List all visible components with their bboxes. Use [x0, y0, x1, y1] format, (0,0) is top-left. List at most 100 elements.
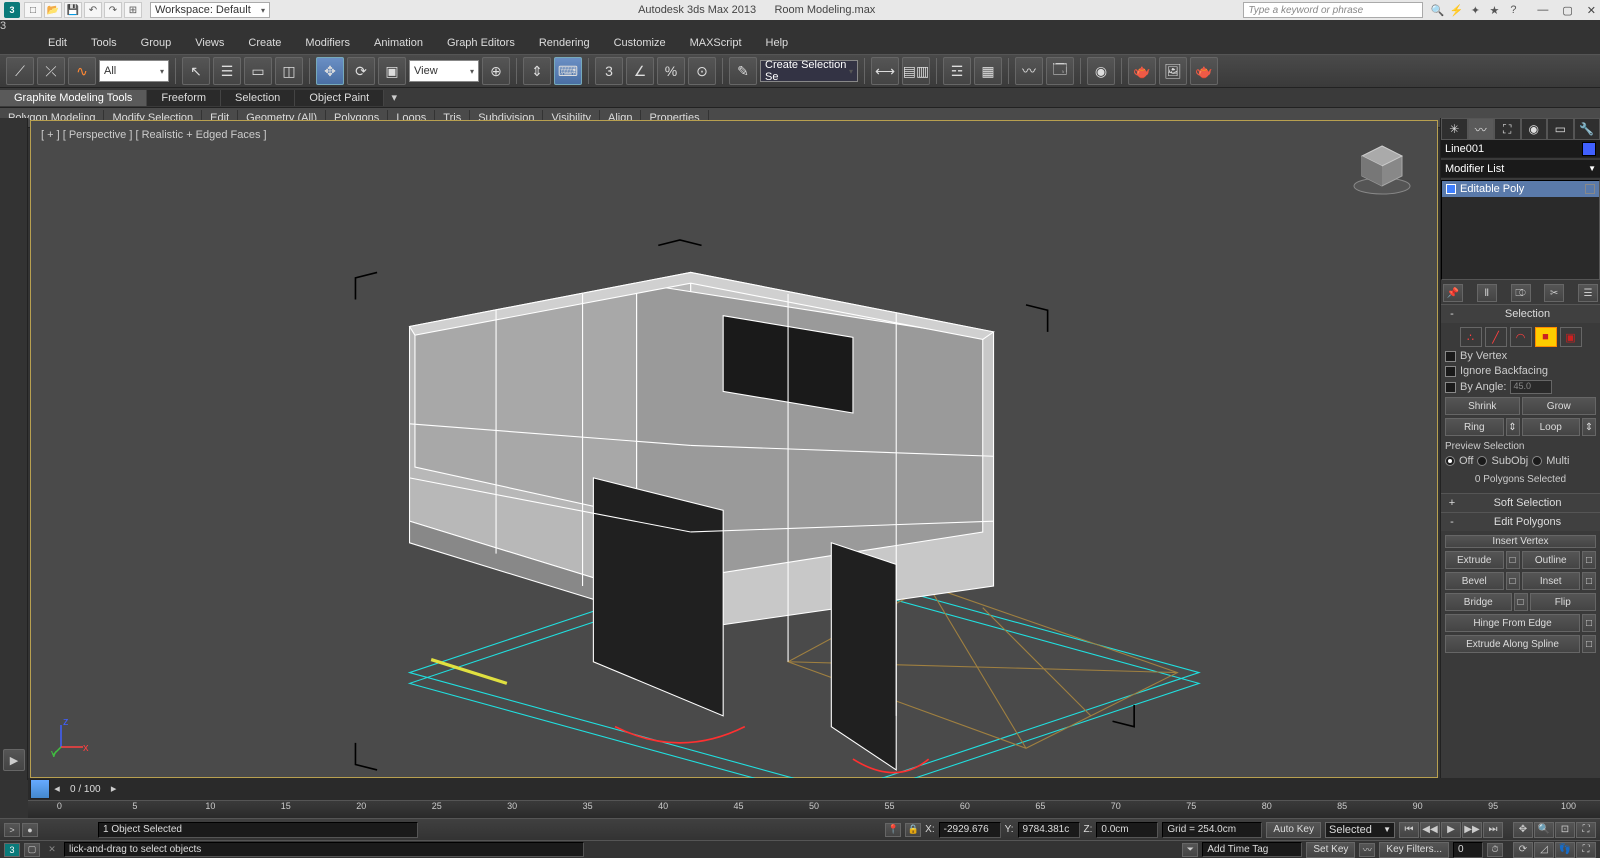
viewport-nav-zoom-icon[interactable]: 🔍	[1534, 822, 1554, 838]
ribbon-tab-object-paint[interactable]: Object Paint	[295, 90, 384, 106]
border-level-icon[interactable]: ◠	[1510, 327, 1532, 347]
object-name-field[interactable]: Line001	[1441, 140, 1600, 158]
reference-coord-system[interactable]: View	[409, 60, 479, 82]
unlink-icon[interactable]: ⤫	[37, 57, 65, 85]
bridge-button[interactable]: Bridge	[1445, 593, 1512, 611]
angle-snap-icon[interactable]: ∠	[626, 57, 654, 85]
isolate-selection-icon[interactable]: ▢	[24, 843, 40, 857]
time-tag-icon[interactable]: ⏷	[1182, 843, 1198, 857]
close-prompt-icon[interactable]: ✕	[44, 843, 60, 857]
viewport-nav-walk-icon[interactable]: 👣	[1555, 842, 1575, 858]
menu-create[interactable]: Create	[236, 34, 293, 52]
viewport-nav-fov-icon[interactable]: ◿	[1534, 842, 1554, 858]
close-button[interactable]: ✕	[1587, 4, 1596, 17]
bind-space-warp-icon[interactable]: ∿	[68, 57, 96, 85]
align-icon[interactable]: ▤▥	[902, 57, 930, 85]
menu-graph-editors[interactable]: Graph Editors	[435, 34, 527, 52]
maximize-button[interactable]: ▢	[1562, 4, 1572, 17]
select-move-icon[interactable]: ✥	[316, 57, 344, 85]
edit-named-sel-icon[interactable]: ✎	[729, 57, 757, 85]
auto-key-button[interactable]: Auto Key	[1266, 822, 1321, 838]
extrude-spline-button[interactable]: Extrude Along Spline	[1445, 635, 1580, 653]
exchange-icon[interactable]: ✦	[1467, 2, 1483, 18]
select-manipulate-icon[interactable]: ⇕	[523, 57, 551, 85]
bevel-settings-icon[interactable]: □	[1506, 572, 1520, 590]
goto-start-icon[interactable]: ⏮	[1399, 822, 1419, 838]
modifier-list-dropdown[interactable]: Modifier List▼	[1441, 160, 1600, 178]
add-time-tag[interactable]: Add Time Tag	[1202, 842, 1302, 857]
key-mode-icon[interactable]: 〰	[1359, 843, 1375, 857]
favorites-icon[interactable]: ★	[1486, 2, 1502, 18]
extrude-spline-settings-icon[interactable]: □	[1582, 635, 1596, 653]
menu-modifiers[interactable]: Modifiers	[293, 34, 362, 52]
viewcube[interactable]	[1347, 131, 1417, 201]
time-slider-thumb[interactable]	[30, 779, 50, 799]
menu-edit[interactable]: Edit	[36, 34, 79, 52]
lock-icon[interactable]: 🔒	[905, 823, 921, 837]
search-input[interactable]: Type a keyword or phrase	[1243, 2, 1423, 18]
angle-spinner[interactable]: 45.0	[1510, 380, 1552, 394]
snap-toggle-icon[interactable]: 3	[595, 57, 623, 85]
vertex-level-icon[interactable]: ∴	[1460, 327, 1482, 347]
undo-icon[interactable]: ↶	[84, 2, 102, 18]
viewport-nav-zoom-all-icon[interactable]: ⊡	[1555, 822, 1575, 838]
search-icon[interactable]: 🔍	[1429, 2, 1445, 18]
inset-settings-icon[interactable]: □	[1582, 572, 1596, 590]
goto-end-icon[interactable]: ⏭	[1483, 822, 1503, 838]
percent-snap-icon[interactable]: %	[657, 57, 685, 85]
help-icon[interactable]: ?	[1505, 2, 1521, 18]
window-crossing-icon[interactable]: ◫	[275, 57, 303, 85]
ignore-backfacing-checkbox[interactable]: Ignore Backfacing	[1445, 365, 1596, 377]
rollout-edit-polygons-header[interactable]: -Edit Polygons	[1441, 513, 1600, 531]
ribbon-tab-graphite[interactable]: Graphite Modeling Tools	[0, 90, 147, 106]
bevel-button[interactable]: Bevel	[1445, 572, 1504, 590]
save-icon[interactable]: 💾	[64, 2, 82, 18]
modify-tab-icon[interactable]: 〰	[1468, 118, 1495, 140]
rollout-selection-header[interactable]: -Selection	[1441, 305, 1600, 323]
y-coord[interactable]: 9784.381c	[1018, 822, 1080, 838]
schematic-view-icon[interactable]: 🗔	[1046, 57, 1074, 85]
hierarchy-tab-icon[interactable]: ⛶	[1494, 118, 1521, 140]
project-icon[interactable]: ⊞	[124, 2, 142, 18]
polygon-level-icon[interactable]: ■	[1535, 327, 1557, 347]
outline-button[interactable]: Outline	[1522, 551, 1581, 569]
create-tab-icon[interactable]: ✳	[1441, 118, 1468, 140]
time-slider[interactable]: ◂ 0 / 100 ▸	[28, 778, 1600, 800]
insert-vertex-button[interactable]: Insert Vertex	[1445, 535, 1596, 548]
selection-lock-icon[interactable]: 📍	[885, 823, 901, 837]
hinge-button[interactable]: Hinge From Edge	[1445, 614, 1580, 632]
grow-button[interactable]: Grow	[1522, 397, 1597, 415]
by-angle-checkbox[interactable]: By Angle:45.0	[1445, 380, 1596, 394]
spinner-snap-icon[interactable]: ⊙	[688, 57, 716, 85]
render-production-icon[interactable]: 🫖	[1190, 57, 1218, 85]
edge-level-icon[interactable]: ╱	[1485, 327, 1507, 347]
curve-editor-icon[interactable]: 〰	[1015, 57, 1043, 85]
selection-filter[interactable]: All	[99, 60, 169, 82]
element-level-icon[interactable]: ▣	[1560, 327, 1582, 347]
viewport-nav-maximize-icon[interactable]: ⛶	[1576, 842, 1596, 858]
time-next-icon[interactable]: ▸	[107, 782, 121, 796]
configure-sets-icon[interactable]: ☰	[1578, 284, 1598, 302]
bridge-settings-icon[interactable]: □	[1514, 593, 1528, 611]
time-prev-icon[interactable]: ◂	[50, 782, 64, 796]
select-link-icon[interactable]: ⟋	[6, 57, 34, 85]
preview-off-radio[interactable]	[1445, 456, 1455, 466]
flip-button[interactable]: Flip	[1530, 593, 1597, 611]
select-rotate-icon[interactable]: ⟳	[347, 57, 375, 85]
time-ruler[interactable]: 0510152025303540455055606570758085909510…	[28, 800, 1600, 818]
inset-button[interactable]: Inset	[1522, 572, 1581, 590]
menu-rendering[interactable]: Rendering	[527, 34, 602, 52]
viewport-label[interactable]: [ + ] [ Perspective ] [ Realistic + Edge…	[41, 129, 267, 141]
ribbon-tab-freeform[interactable]: Freeform	[147, 90, 221, 106]
x-coord[interactable]: -2929.676	[939, 822, 1001, 838]
select-object-icon[interactable]: ↖	[182, 57, 210, 85]
play-icon[interactable]: ▶	[1441, 822, 1461, 838]
current-frame-field[interactable]: 0	[1453, 842, 1483, 858]
key-filters-button[interactable]: Key Filters...	[1379, 842, 1449, 858]
set-key-button[interactable]: Set Key	[1306, 842, 1355, 858]
hinge-settings-icon[interactable]: □	[1582, 614, 1596, 632]
menu-maxscript[interactable]: MAXScript	[678, 34, 754, 52]
select-region-icon[interactable]: ▭	[244, 57, 272, 85]
next-frame-icon[interactable]: ▶▶	[1462, 822, 1482, 838]
menu-help[interactable]: Help	[754, 34, 801, 52]
